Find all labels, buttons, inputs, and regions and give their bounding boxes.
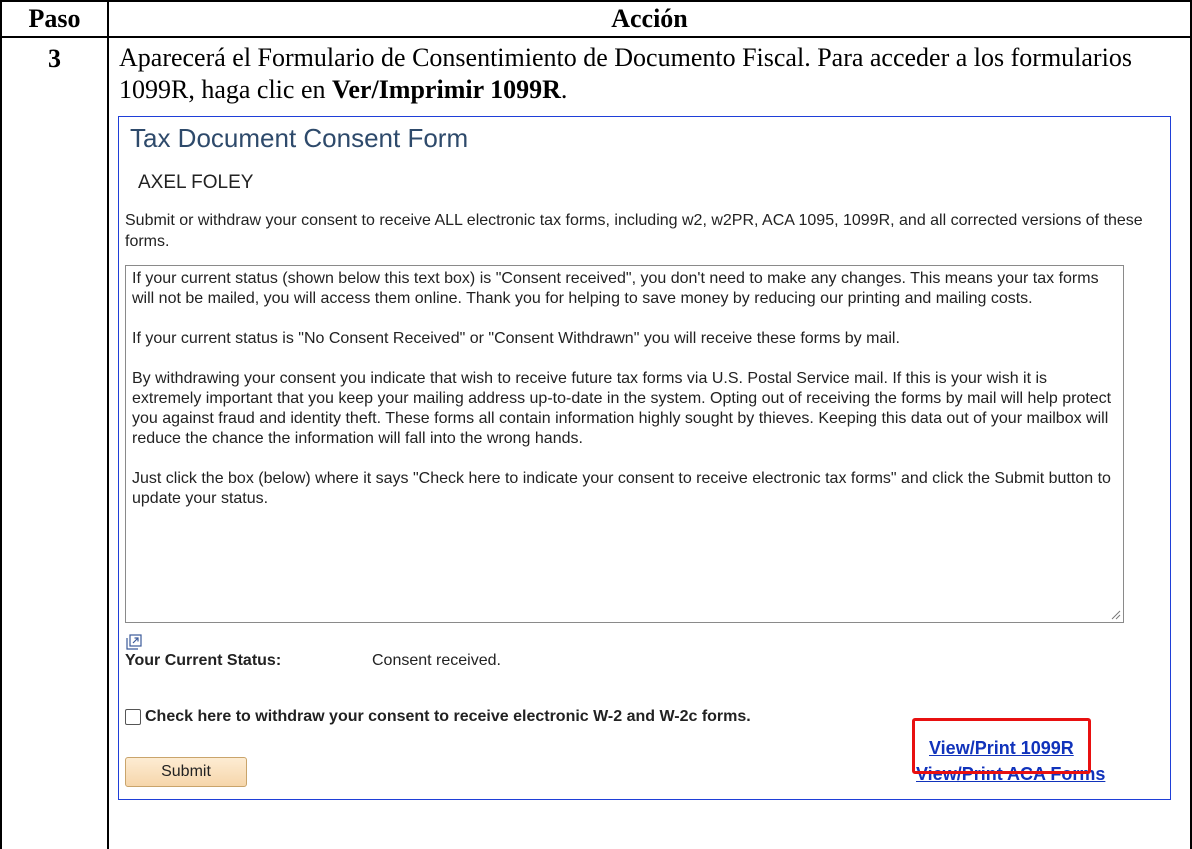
status-label: Your Current Status:	[125, 652, 282, 669]
withdraw-checkbox[interactable]	[125, 709, 141, 725]
resize-grip-icon[interactable]	[1109, 608, 1121, 620]
header-action: Acción	[107, 0, 1192, 38]
step-instruction: Aparecerá el Formulario de Consentimient…	[109, 38, 1190, 106]
intro-text: Submit or withdraw your consent to recei…	[125, 212, 1143, 250]
instruction-suffix: .	[560, 75, 568, 104]
instruction-text: Aparecerá el Formulario de Consentimient…	[119, 43, 1132, 104]
employee-name: AXEL FOLEY	[138, 172, 254, 193]
popout-icon[interactable]	[125, 633, 143, 651]
withdraw-label[interactable]: Check here to withdraw your consent to r…	[145, 708, 751, 726]
step-number: 3	[0, 36, 109, 849]
consent-textarea[interactable]: If your current status (shown below this…	[125, 265, 1124, 623]
instruction-bold: Ver/Imprimir 1099R	[332, 75, 561, 104]
header-step: Paso	[0, 0, 109, 38]
submit-button[interactable]: Submit	[125, 757, 247, 787]
header-row: Paso Acción	[0, 0, 1192, 38]
consent-paragraph: By withdrawing your consent you indicate…	[132, 370, 1112, 447]
page-title: Tax Document Consent Form	[130, 123, 469, 153]
screenshot-frame: Tax Document Consent Form AXEL FOLEY Sub…	[118, 116, 1171, 800]
withdraw-consent-row: Check here to withdraw your consent to r…	[125, 708, 751, 726]
consent-paragraph: Just click the box (below) where it says…	[132, 470, 1111, 507]
highlight-box	[912, 718, 1091, 774]
consent-paragraph: If your current status is "No Consent Re…	[132, 330, 900, 347]
consent-paragraph: If your current status (shown below this…	[132, 270, 1099, 307]
status-value: Consent received.	[372, 652, 501, 669]
